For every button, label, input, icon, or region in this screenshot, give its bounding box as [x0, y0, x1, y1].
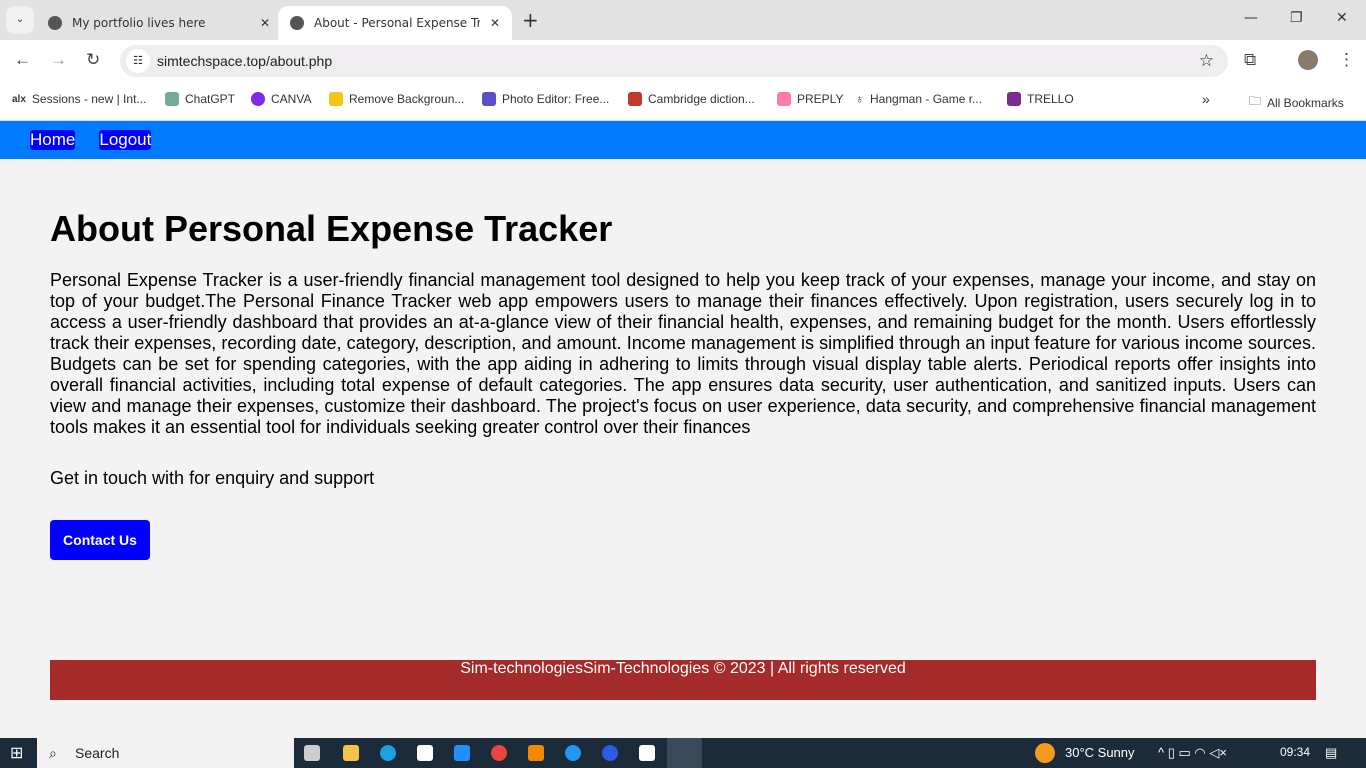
browser-toolbar: ← → ↻ ☷ simtechspace.top/about.php ☆ ⧉ ⋮ — [0, 40, 1366, 80]
forward-icon[interactable]: → — [50, 50, 67, 70]
back-icon[interactable]: ← — [14, 50, 31, 70]
more-bookmarks-icon[interactable]: » — [1202, 91, 1210, 107]
extensions-icon[interactable]: ⧉ — [1244, 50, 1256, 70]
taskbar: ⊞ ⌕ Search 30°C Sunny ^ ▯ ▭ ◠ ◁× 09:34 ▤ — [0, 738, 1366, 768]
star-icon[interactable]: ☆ — [1199, 45, 1214, 77]
page-title: About Personal Expense Tracker — [50, 208, 613, 249]
bookmark-chatgpt[interactable]: ChatGPT — [165, 92, 235, 106]
new-tab-button[interactable]: + — [522, 8, 539, 32]
all-bookmarks[interactable]: 🗀 All Bookmarks — [1249, 92, 1344, 113]
remove-bg-icon — [329, 92, 343, 106]
app-icon[interactable] — [565, 745, 581, 761]
close-tab-icon[interactable]: ✕ — [260, 16, 270, 30]
edge-icon[interactable] — [380, 745, 396, 761]
bookmark-label: Remove Backgroun... — [349, 92, 465, 106]
tab-search-button[interactable]: ⌄ — [6, 6, 34, 34]
chatgpt-icon — [165, 92, 179, 106]
chrome-active-icon[interactable] — [667, 738, 702, 768]
minimize-button[interactable]: — — [1244, 10, 1258, 26]
close-window-button[interactable]: ✕ — [1336, 10, 1348, 26]
vlc-icon[interactable] — [528, 745, 544, 761]
notifications-icon[interactable]: ▤ — [1325, 745, 1337, 761]
bookmark-photo-editor[interactable]: Photo Editor: Free... — [482, 92, 609, 106]
bookmark-label: TRELLO — [1027, 92, 1074, 106]
bookmark-label: Sessions - new | Int... — [31, 92, 147, 106]
preply-icon — [777, 92, 791, 106]
taskbar-search[interactable]: ⌕ Search — [37, 738, 294, 768]
bookmark-sessions[interactable]: alx Sessions - new | Int... — [12, 92, 146, 106]
bookmark-cambridge[interactable]: Cambridge diction... — [628, 92, 755, 106]
bookmark-label: PREPLY — [797, 92, 844, 106]
reload-icon[interactable]: ↻ — [86, 50, 100, 70]
bookmark-hangman[interactable]: ♁ Hangman - Game r... — [855, 92, 982, 106]
capcut-icon[interactable] — [639, 745, 655, 761]
clock[interactable]: 09:34 — [1280, 745, 1310, 759]
canva-icon — [251, 92, 265, 106]
url-text: simtechspace.top/about.php — [157, 53, 333, 69]
globe-icon — [290, 16, 304, 30]
chrome-icon[interactable] — [491, 745, 507, 761]
photo-editor-icon — [482, 92, 496, 106]
contact-us-button[interactable]: Contact Us — [50, 520, 150, 560]
mail-icon[interactable] — [454, 745, 470, 761]
address-bar[interactable]: ☷ simtechspace.top/about.php ☆ — [120, 45, 1228, 77]
bookmark-label: Hangman - Game r... — [870, 92, 983, 106]
nav-logout-link[interactable]: Logout — [99, 130, 152, 150]
tab-about[interactable]: About - Personal Expense Tracker ✕ — [278, 6, 513, 40]
sun-icon — [1035, 743, 1055, 763]
zoom-icon[interactable] — [602, 745, 618, 761]
tab-portfolio[interactable]: My portfolio lives here ✕ — [36, 6, 282, 40]
tab-title: About - Personal Expense Tracker — [314, 16, 480, 30]
hangman-icon: ♁ — [855, 92, 864, 106]
footer: Sim-technologiesSim-Technologies © 2023 … — [50, 660, 1316, 700]
site-info-icon[interactable]: ☷ — [126, 49, 150, 73]
nav-home-link[interactable]: Home — [30, 130, 76, 150]
bookmark-label: Photo Editor: Free... — [502, 92, 610, 106]
task-view-icon[interactable] — [304, 745, 320, 761]
bookmark-label: All Bookmarks — [1267, 95, 1344, 110]
bookmark-trello[interactable]: TRELLO — [1007, 92, 1074, 106]
bookmarks-bar: alx Sessions - new | Int... ChatGPT CANVA… — [0, 80, 1366, 121]
menu-icon[interactable]: ⋮ — [1338, 50, 1355, 70]
close-tab-icon[interactable]: ✕ — [490, 16, 500, 30]
site-nav: Home Logout — [0, 121, 1366, 159]
bookmark-label: Cambridge diction... — [648, 92, 755, 106]
tab-strip: ⌄ My portfolio lives here ✕ About - Pers… — [0, 0, 1366, 40]
folder-icon: 🗀 — [1249, 94, 1262, 108]
about-description: Personal Expense Tracker is a user-frien… — [50, 270, 1316, 437]
cambridge-icon — [628, 92, 642, 106]
tray-icons[interactable]: ^ ▯ ▭ ◠ ◁× — [1158, 745, 1227, 761]
contact-prompt: Get in touch with for enquiry and suppor… — [50, 468, 375, 488]
tab-title: My portfolio lives here — [72, 16, 206, 30]
bookmark-preply[interactable]: PREPLY — [777, 92, 843, 106]
trello-icon — [1007, 92, 1021, 106]
store-icon[interactable] — [417, 745, 433, 761]
profile-avatar[interactable] — [1298, 50, 1318, 70]
windows-start-icon[interactable]: ⊞ — [10, 743, 23, 763]
file-explorer-icon[interactable] — [343, 745, 359, 761]
bookmark-remove-bg[interactable]: Remove Backgroun... — [329, 92, 464, 106]
bookmark-label: CANVA — [271, 92, 312, 106]
bookmark-canva[interactable]: CANVA — [251, 92, 311, 106]
search-icon: ⌕ — [49, 745, 57, 761]
globe-icon — [48, 16, 62, 30]
search-label: Search — [75, 745, 120, 761]
alx-icon: alx — [12, 93, 26, 105]
restore-button[interactable]: ❐ — [1290, 10, 1303, 26]
weather-text[interactable]: 30°C Sunny — [1065, 745, 1135, 760]
bookmark-label: ChatGPT — [185, 92, 236, 106]
